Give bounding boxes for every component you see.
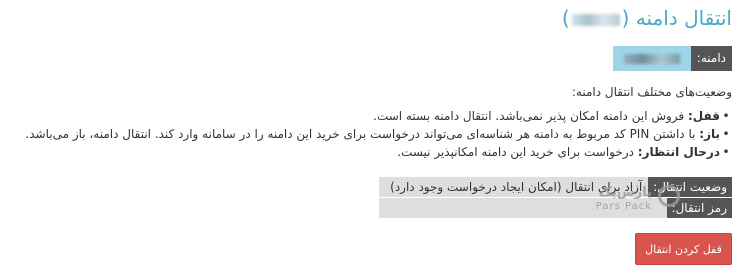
redacted-domain [571,13,620,26]
bullet-icon: • [722,127,730,141]
status-text: فروش این دامنه امکان پذیر نمی‌باشد. انتق… [373,109,685,123]
bullet-icon: • [722,109,730,123]
domain-value [612,46,691,71]
lock-transfer-button[interactable]: قفل کردن انتقال [635,233,732,265]
status-text: درخواست برای خرید این دامنه امکانپذیر نی… [397,145,634,159]
status-list: •قفل: فروش این دامنه امکان پذیر نمی‌باشد… [25,107,732,161]
status-item-pending: •درحال انتظار: درخواست برای خرید این دام… [25,143,732,161]
watermark-text-fa: پارس‌پک [598,185,652,200]
domain-row: دامنه: [612,46,732,71]
redacted-domain-value [623,53,680,64]
page-title-prefix: انتقال دامنه ( [621,6,732,30]
bullet-icon: • [722,145,730,159]
watermark-text-en: Pars Pack [595,201,652,212]
status-item-locked: •قفل: فروش این دامنه امکان پذیر نمی‌باشد… [25,107,732,125]
status-name: قفل: [687,109,720,123]
domain-label: دامنه: [690,46,732,71]
page-title: انتقال دامنه () [562,6,732,30]
status-name: درحال انتظار: [637,145,720,159]
watermark-logo: پارس‌پک Pars Pack [580,183,680,217]
status-text: با داشتن PIN کد مربوط به دامنه هر شناسه‌… [25,127,696,141]
status-item-open: •باز: با داشتن PIN کد مربوط به دامنه هر … [25,125,732,143]
parspack-logo-icon [658,185,680,207]
page-title-suffix: ) [561,6,570,30]
status-name: باز: [699,127,720,141]
status-intro: وضعیت‌های مختلف انتقال دامنه: [571,85,732,99]
